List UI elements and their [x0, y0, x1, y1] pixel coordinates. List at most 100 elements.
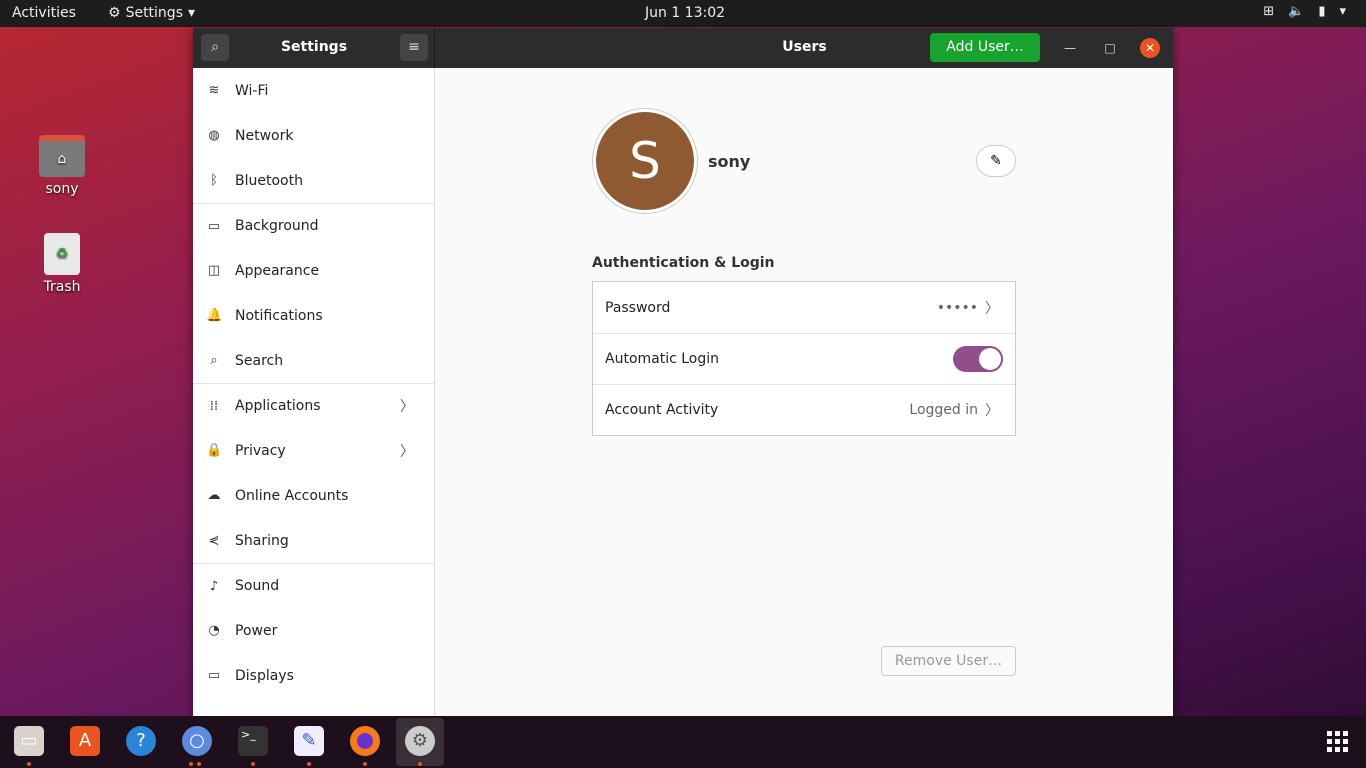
- edit-name-button[interactable]: ✎: [976, 145, 1016, 177]
- automatic-login-toggle[interactable]: [953, 346, 1003, 372]
- sidebar-item-appearance[interactable]: ◫ Appearance: [193, 248, 434, 293]
- battery-icon: ▮: [1318, 4, 1326, 19]
- sidebar-item-label: Network: [235, 127, 294, 144]
- search-icon: ⌕: [210, 353, 218, 368]
- sidebar-item-label: Wi-Fi: [235, 82, 269, 99]
- sidebar-item-online-accounts[interactable]: ☁ Online Accounts: [193, 473, 434, 518]
- sidebar-item-label: Online Accounts: [235, 487, 349, 504]
- dock: ▭ A ? ○ >_ ✎ ⚙: [0, 716, 1366, 768]
- sidebar-item-power[interactable]: ◔ Power: [193, 608, 434, 653]
- sidebar-item-label: Notifications: [235, 307, 323, 324]
- row-value: •••••: [936, 299, 978, 316]
- help-icon[interactable]: ?: [126, 726, 156, 756]
- sidebar-item-sound[interactable]: ♪ Sound: [193, 563, 434, 608]
- sidebar-item-displays[interactable]: ▭ Displays: [193, 653, 434, 698]
- bluetooth-icon: ᛒ: [210, 173, 218, 188]
- settings-icon[interactable]: ⚙: [405, 726, 435, 756]
- chromium-icon[interactable]: ○: [182, 726, 212, 756]
- appearance-icon: ◫: [207, 263, 221, 278]
- caret-down-icon: ▾: [1339, 4, 1346, 19]
- password-row[interactable]: Password ••••• 〉: [593, 282, 1015, 333]
- sidebar-item-label: Appearance: [235, 262, 320, 279]
- sidebar-item-network[interactable]: ◍ Network: [193, 113, 434, 158]
- sidebar-item-search[interactable]: ⌕ Search: [193, 338, 434, 383]
- power-icon: ◔: [208, 623, 220, 638]
- desktop-label: Trash: [43, 279, 81, 295]
- app-menu-label: Settings: [125, 5, 183, 21]
- maximize-button[interactable]: □: [1100, 38, 1120, 58]
- account-activity-row[interactable]: Account Activity Logged in 〉: [593, 384, 1015, 435]
- sidebar-item-bluetooth[interactable]: ᛒ Bluetooth: [193, 158, 434, 203]
- share-icon: ⋞: [208, 533, 220, 548]
- firefox-icon[interactable]: [350, 726, 380, 756]
- section-heading: Authentication & Login: [592, 255, 775, 271]
- automatic-login-row: Automatic Login: [593, 333, 1015, 384]
- users-panel: S sony ✎ Authentication & Login Password…: [436, 68, 1173, 716]
- caret-down-icon: ▾: [187, 5, 196, 21]
- files-icon[interactable]: ▭: [14, 726, 44, 756]
- menu-button[interactable]: ≡: [400, 34, 428, 61]
- software-icon[interactable]: A: [70, 726, 100, 756]
- home-folder-icon: ⌂: [39, 135, 85, 177]
- volume-icon: 🔈: [1288, 4, 1305, 19]
- lock-icon: 🔒: [206, 443, 223, 458]
- chevron-right-icon: 〉: [985, 300, 999, 317]
- sidebar-item-label: Sound: [235, 578, 280, 594]
- sidebar-item-label: Sharing: [235, 532, 289, 549]
- sidebar-item-label: Background: [235, 218, 319, 234]
- top-bar: Activities ⚙ Settings ▾ Jun 1 13:02 ⊞ 🔈 ▮ ▾: [0, 0, 1366, 27]
- sidebar-item-background[interactable]: ▭ Background: [193, 203, 434, 248]
- chevron-right-icon: 〉: [400, 399, 414, 415]
- row-label: Password: [605, 299, 671, 316]
- hamburger-icon: ≡: [408, 39, 420, 55]
- close-icon: ✕: [1144, 41, 1156, 55]
- remove-user-button[interactable]: Remove User…: [881, 646, 1016, 676]
- row-label: Account Activity: [605, 402, 719, 418]
- pencil-icon: ✎: [990, 153, 1002, 169]
- sidebar-item-wi-fi[interactable]: ≋ Wi-Fi: [193, 68, 434, 113]
- sidebar: ≋ Wi-Fi ◍ Network ᛒ Bluetooth ▭ Background ◫ Appe…: [193, 68, 435, 716]
- clock[interactable]: Jun 1 13:02: [645, 5, 725, 21]
- background-icon: ▭: [207, 218, 221, 234]
- header-bar: ⌕ Settings ≡ Users Add User… — □ ✕: [193, 28, 1173, 68]
- system-tray[interactable]: ⊞ 🔈 ▮ ▾: [1263, 4, 1346, 19]
- show-applications-icon[interactable]: [1327, 731, 1348, 752]
- chevron-right-icon: 〉: [985, 403, 999, 419]
- cloud-icon: ☁: [207, 488, 221, 503]
- terminal-icon[interactable]: >_: [238, 726, 268, 756]
- desktop-trash[interactable]: ♻ Trash: [27, 233, 97, 295]
- network-icon: ◍: [208, 128, 220, 143]
- sidebar-item-label: Bluetooth: [235, 172, 303, 189]
- minimize-button[interactable]: —: [1060, 38, 1080, 58]
- sidebar-item-label: Applications: [235, 398, 321, 414]
- gear-icon: ⚙: [108, 5, 121, 21]
- apps-icon: ⁞⁞: [209, 398, 219, 414]
- sidebar-title: Settings: [280, 39, 348, 55]
- sidebar-item-sharing[interactable]: ⋞ Sharing: [193, 518, 434, 563]
- row-label: Automatic Login: [605, 351, 720, 367]
- avatar-initial: S: [596, 112, 694, 210]
- avatar[interactable]: S: [592, 108, 698, 214]
- sidebar-item-label: Displays: [235, 667, 294, 684]
- bell-icon: 🔔: [206, 308, 223, 323]
- desktop-home[interactable]: ⌂ sony: [27, 135, 97, 197]
- sidebar-item-label: Privacy: [235, 442, 286, 459]
- app-menu[interactable]: ⚙ Settings ▾: [108, 5, 195, 21]
- display-icon: ▭: [207, 668, 221, 683]
- auth-list: Password ••••• 〉 Automatic Login Account A…: [592, 281, 1016, 436]
- sidebar-item-notifications[interactable]: 🔔 Notifications: [193, 293, 434, 338]
- activities-button[interactable]: Activities: [12, 5, 76, 21]
- chevron-right-icon: 〉: [400, 443, 414, 460]
- music-icon: ♪: [209, 578, 219, 594]
- add-user-button[interactable]: Add User…: [930, 33, 1040, 62]
- sidebar-item-privacy[interactable]: 🔒 Privacy 〉: [193, 428, 434, 473]
- sidebar-item-label: Power: [235, 622, 278, 639]
- row-value: Logged in: [909, 402, 978, 418]
- close-button[interactable]: ✕: [1140, 38, 1160, 58]
- text-editor-icon[interactable]: ✎: [294, 726, 324, 756]
- trash-icon: ♻: [44, 233, 80, 275]
- wifi-icon: ≋: [208, 83, 220, 98]
- sidebar-item-applications[interactable]: ⁞⁞ Applications 〉: [193, 383, 434, 428]
- network-icon: ⊞: [1263, 4, 1275, 19]
- sidebar-item-label: Search: [235, 352, 284, 369]
